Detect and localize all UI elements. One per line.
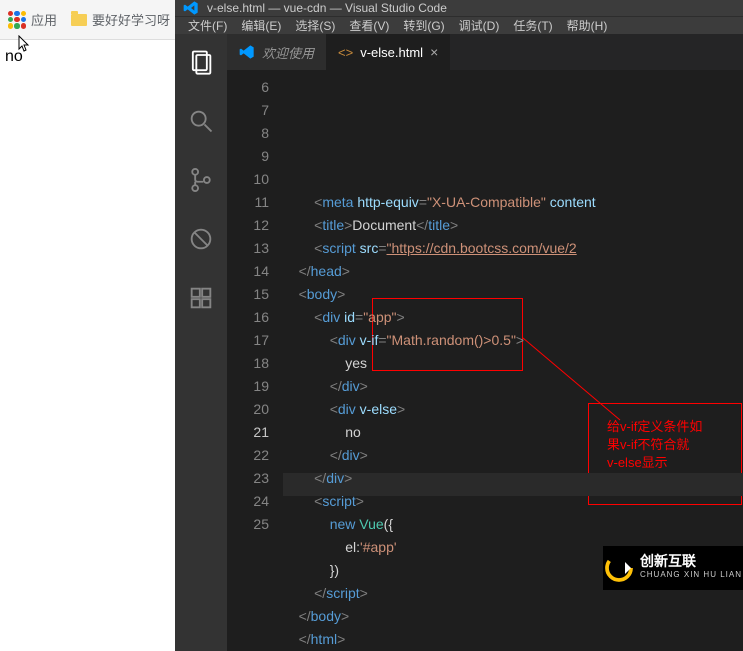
vscode-title-text: v-else.html — vue-cdn — Visual Studio Co… [207, 1, 447, 15]
code-pane[interactable]: 678910111213141516171819202122232425 <me… [227, 70, 743, 651]
tab-active-label: v-else.html [360, 45, 423, 60]
rendered-output: no [5, 48, 23, 66]
html-file-icon: <> [338, 45, 353, 60]
extensions-icon[interactable] [187, 284, 215, 317]
vscode-titlebar[interactable]: v-else.html — vue-cdn — Visual Studio Co… [175, 0, 743, 16]
apps-label: 应用 [31, 10, 57, 29]
menu-debug[interactable]: 调试(D) [452, 17, 507, 34]
folder-icon [71, 14, 87, 26]
editor-area: 欢迎使用 <> v-else.html × 678910111213141516… [227, 34, 743, 651]
explorer-icon[interactable] [187, 48, 215, 81]
vscode-window: v-else.html — vue-cdn — Visual Studio Co… [175, 0, 743, 590]
menu-tasks[interactable]: 任务(T) [506, 17, 559, 34]
debug-icon[interactable] [187, 225, 215, 258]
vscode-tab-icon [239, 44, 255, 60]
activity-bar [175, 34, 227, 651]
chrome-apps-button[interactable]: 应用 [8, 10, 57, 29]
vscode-logo-icon [183, 0, 199, 16]
menu-select[interactable]: 选择(S) [288, 17, 342, 34]
code-text[interactable]: <meta http-equiv="X-UA-Compatible" conte… [283, 70, 743, 651]
menu-help[interactable]: 帮助(H) [560, 17, 615, 34]
output-text: no [5, 48, 23, 65]
menu-view[interactable]: 查看(V) [342, 17, 396, 34]
tab-row: 欢迎使用 <> v-else.html × [227, 34, 743, 70]
vscode-menubar: 文件(F) 编辑(E) 选择(S) 查看(V) 转到(G) 调试(D) 任务(T… [175, 16, 743, 34]
apps-grid-icon [8, 11, 26, 29]
bookmark-label: 要好好学习呀 [92, 10, 170, 29]
tab-welcome[interactable]: 欢迎使用 [227, 34, 326, 70]
line-gutter: 678910111213141516171819202122232425 [227, 70, 283, 651]
tab-active[interactable]: <> v-else.html × [326, 34, 450, 70]
menu-goto[interactable]: 转到(G) [396, 17, 451, 34]
bookmark-folder[interactable]: 要好好学习呀 [71, 10, 170, 29]
close-icon[interactable]: × [430, 44, 438, 60]
source-control-icon[interactable] [187, 166, 215, 199]
menu-edit[interactable]: 编辑(E) [234, 17, 288, 34]
menu-file[interactable]: 文件(F) [181, 17, 234, 34]
vscode-body: 欢迎使用 <> v-else.html × 678910111213141516… [175, 34, 743, 651]
tab-welcome-label: 欢迎使用 [262, 43, 314, 62]
search-icon[interactable] [187, 107, 215, 140]
